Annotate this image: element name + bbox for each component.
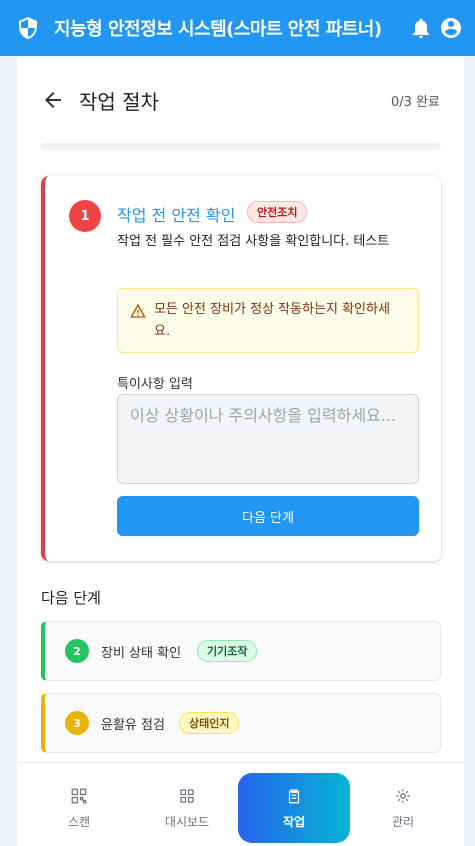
current-step-card: 1 작업 전 안전 확인 안전조치 작업 전 필수 안전 점검 사항을 확인합니… (41, 176, 441, 561)
list-item[interactable]: 3 윤활유 점검 상태인지 (41, 693, 441, 753)
nav-label: 대시보드 (164, 815, 210, 829)
next-steps-heading: 다음 단계 (41, 589, 101, 607)
step-category-badge: 안전조치 (247, 201, 308, 223)
nav-item-manage[interactable]: 관리 (347, 773, 459, 843)
step-description: 작업 전 필수 안전 점검 사항을 확인합니다. 테스트 (117, 234, 390, 249)
step-label: 장비 상태 확인 (101, 646, 182, 661)
back-arrow-icon[interactable] (41, 88, 65, 112)
safety-warning: 모든 안전 장비가 정상 작동하는지 확인하세요. (117, 288, 419, 353)
nav-item-work[interactable]: 작업 (238, 773, 350, 843)
app-bar: 지능형 안전정보 시스템(스마트 안전 파트너) (0, 0, 475, 56)
list-item[interactable]: 2 장비 상태 확인 기기조작 (41, 621, 441, 681)
account-icon[interactable] (439, 16, 463, 40)
dashboard-icon (180, 789, 194, 803)
note-label: 특이사항 입력 (117, 377, 193, 392)
nav-label: 관리 (391, 815, 415, 829)
app-title: 지능형 안전정보 시스템(스마트 안전 파트너) (54, 19, 382, 40)
content-sheet: 작업 절차 0/3 완료 1 작업 전 안전 확인 안전조치 작업 전 필수 안… (17, 56, 464, 846)
qr-scan-icon (71, 788, 87, 804)
warning-icon (130, 303, 146, 318)
step-label: 윤활유 점검 (101, 718, 165, 733)
step-number: 1 (69, 200, 101, 232)
progress-count: 0/3 완료 (391, 94, 440, 110)
step-title: 작업 전 안전 확인 (117, 206, 236, 225)
nav-item-scan[interactable]: 스캔 (23, 773, 135, 843)
step-category-badge: 기기조작 (197, 640, 258, 662)
gear-icon (396, 789, 410, 803)
nav-item-dashboard[interactable]: 대시보드 (131, 773, 243, 843)
shield-icon (19, 17, 37, 39)
next-step-button[interactable]: 다음 단계 (117, 496, 419, 536)
note-input[interactable] (117, 394, 419, 484)
page-title: 작업 절차 (79, 89, 159, 114)
page-header: 작업 절차 0/3 완료 (17, 56, 464, 144)
bell-icon[interactable] (409, 16, 433, 40)
clipboard-icon (288, 789, 300, 804)
nav-label: 스캔 (67, 815, 91, 829)
bottom-nav: 스캔 대시보드 작업 관리 (17, 762, 464, 846)
nav-label: 작업 (282, 815, 306, 829)
step-number: 2 (65, 639, 89, 663)
progress-bar (41, 143, 441, 150)
step-category-badge: 상태인지 (179, 712, 240, 734)
warning-text: 모든 안전 장비가 정상 작동하는지 확인하세요. (154, 302, 390, 339)
step-number: 3 (65, 711, 89, 735)
